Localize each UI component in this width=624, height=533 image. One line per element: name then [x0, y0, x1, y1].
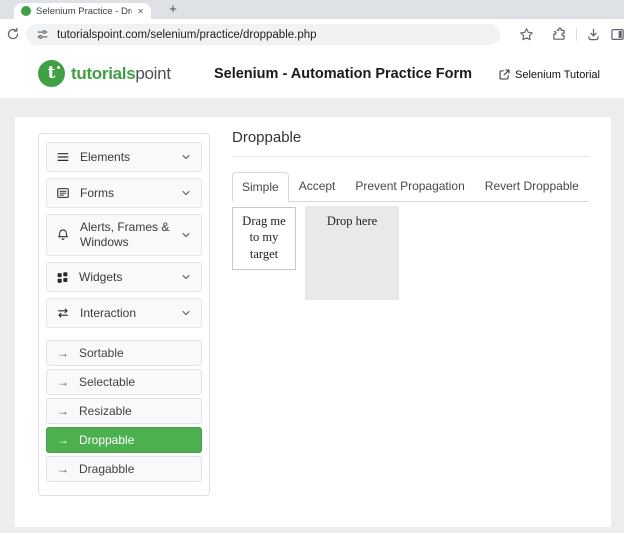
tab-strip: Selenium Practice - Droppabl ✕ +: [0, 0, 624, 19]
tab-revert-droppable[interactable]: Revert Droppable: [475, 172, 589, 201]
form-icon: [56, 186, 70, 200]
sidebar-accordion: Elements Forms: [38, 133, 210, 496]
chevron-down-icon: [180, 271, 192, 283]
drop-target[interactable]: Drop here: [305, 206, 399, 300]
browser-toolbar: tutorialspoint.com/selenium/practice/dro…: [0, 19, 624, 50]
site-settings-icon[interactable]: [36, 28, 49, 41]
sidebar-item-droppable[interactable]: → Droppable: [46, 427, 202, 453]
side-panel-icon[interactable]: [610, 27, 624, 42]
sidebar-item-elements[interactable]: Elements: [46, 142, 202, 172]
tab-close-icon[interactable]: ✕: [137, 7, 144, 16]
tutorial-link-label: Selenium Tutorial: [515, 69, 600, 81]
sidebar-item-sortable[interactable]: → Sortable: [46, 340, 202, 366]
grid-icon: [56, 271, 69, 284]
tab-simple[interactable]: Simple: [232, 172, 289, 202]
swap-arrows-icon: [56, 306, 70, 320]
sidebar-item-dragabble[interactable]: → Dragabble: [46, 456, 202, 482]
bookmark-star-icon[interactable]: [519, 27, 534, 42]
drag-source[interactable]: Drag me to my target: [232, 207, 296, 270]
tab-prevent-propagation[interactable]: Prevent Propagation: [345, 172, 474, 201]
selenium-tutorial-link[interactable]: Selenium Tutorial: [498, 68, 600, 81]
tab-title: Selenium Practice - Droppabl: [36, 6, 132, 17]
page-title: Selenium - Automation Practice Form: [213, 66, 473, 82]
address-bar[interactable]: tutorialspoint.com/selenium/practice/dro…: [26, 24, 500, 45]
droppable-playground: Drag me to my target Drop here: [232, 207, 589, 300]
download-icon[interactable]: [586, 27, 601, 42]
sidebar-item-selectable[interactable]: → Selectable: [46, 369, 202, 395]
chevron-down-icon: [180, 229, 192, 241]
section-title: Droppable: [232, 129, 589, 146]
url-text: tutorialspoint.com/selenium/practice/dro…: [57, 29, 317, 41]
hamburger-icon: [56, 150, 70, 164]
new-tab-button[interactable]: +: [165, 1, 181, 17]
arrow-right-icon: →: [57, 346, 69, 360]
site-header: t tutorialspoint Selenium - Automation P…: [0, 50, 624, 98]
tutorialspoint-logo[interactable]: t tutorialspoint: [38, 60, 171, 87]
divider: [232, 156, 589, 157]
chevron-down-icon: [180, 307, 192, 319]
browser-window: Selenium Practice - Droppabl ✕ + tutoria…: [0, 0, 624, 50]
site-favicon: [21, 6, 31, 16]
demo-tabs: Simple Accept Prevent Propagation Revert…: [232, 172, 589, 202]
logo-wordmark: tutorialspoint: [71, 64, 171, 84]
content-card: Elements Forms: [15, 117, 611, 527]
interaction-submenu: → Sortable → Selectable → Resizable → Dr…: [46, 340, 202, 482]
sidebar-item-alerts-frames-windows[interactable]: Alerts, Frames & Windows: [46, 214, 202, 256]
external-link-icon: [498, 68, 511, 81]
browser-tab[interactable]: Selenium Practice - Droppabl ✕: [14, 3, 151, 19]
arrow-right-icon: →: [57, 462, 69, 476]
extensions-icon[interactable]: [551, 27, 566, 42]
chevron-down-icon: [180, 187, 192, 199]
chevron-down-icon: [180, 151, 192, 163]
tab-accept[interactable]: Accept: [289, 172, 346, 201]
sidebar-item-widgets[interactable]: Widgets: [46, 262, 202, 292]
sidebar-item-resizable[interactable]: → Resizable: [46, 398, 202, 424]
arrow-right-icon: →: [57, 375, 69, 389]
toolbar-divider: [576, 28, 577, 41]
sidebar-item-interaction[interactable]: Interaction: [46, 298, 202, 328]
arrow-right-icon: →: [57, 433, 69, 447]
arrow-right-icon: →: [57, 404, 69, 418]
reload-icon[interactable]: [6, 27, 20, 41]
bell-icon: [56, 228, 70, 242]
main-panel: Droppable Simple Accept Prevent Propagat…: [232, 129, 589, 300]
sidebar-item-forms[interactable]: Forms: [46, 178, 202, 208]
logo-icon: t: [38, 60, 65, 87]
